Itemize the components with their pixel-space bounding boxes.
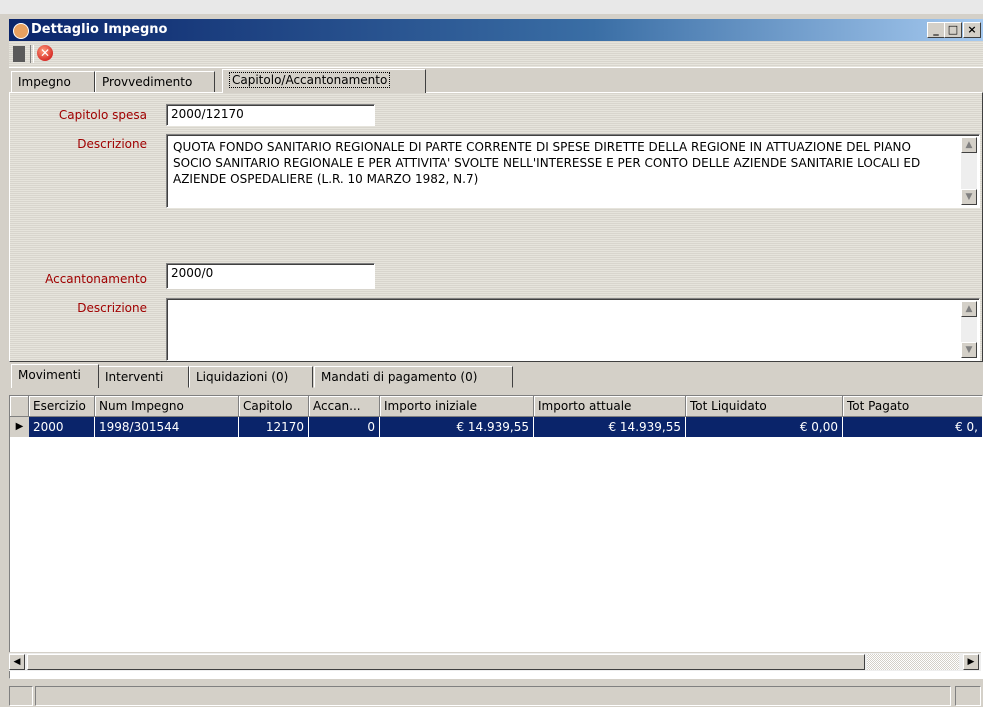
cell-esercizio[interactable]: 2000 — [29, 417, 95, 437]
scroll-right-button[interactable]: ▶ — [963, 654, 979, 670]
scroll-down-button[interactable]: ▼ — [961, 189, 977, 205]
scroll-track[interactable] — [867, 654, 959, 670]
main-tabs: Impegno Provvedimento Capitolo/Accantona… — [9, 69, 983, 93]
descrizione-capitolo-scrollbar[interactable]: ▲ ▼ — [961, 137, 977, 205]
tab-mandati-label: Mandati di pagamento (0) — [321, 370, 478, 384]
cell-accantonamento[interactable]: 0 — [309, 417, 380, 437]
descrizione-accantonamento-memo[interactable]: ▲ ▼ — [166, 298, 980, 361]
tab-provvedimento[interactable]: Provvedimento — [95, 71, 215, 93]
tab-movimenti[interactable]: Movimenti — [11, 364, 99, 388]
tab-provvedimento-label: Provvedimento — [102, 75, 193, 89]
column-header-tot-liquidato[interactable]: Tot Liquidato — [686, 396, 843, 417]
tab-liquidazioni-label: Liquidazioni (0) — [196, 370, 289, 384]
tab-mandati[interactable]: Mandati di pagamento (0) — [314, 366, 513, 388]
tab-interventi[interactable]: Interventi — [98, 366, 189, 388]
scroll-down-button[interactable]: ▼ — [961, 342, 977, 358]
title-bar: Dettaglio Impegno _ □ × — [9, 19, 983, 41]
scroll-thumb[interactable] — [27, 654, 865, 670]
accantonamento-label: Accantonamento — [45, 272, 147, 286]
status-panel-2 — [35, 686, 951, 706]
scroll-up-button[interactable]: ▲ — [961, 301, 977, 317]
scroll-left-button[interactable]: ◀ — [9, 654, 25, 670]
minimize-button[interactable]: _ — [927, 22, 945, 38]
tab-movimenti-label: Movimenti — [18, 368, 81, 382]
capitolo-panel: Capitolo spesa 2000/12170 Descrizione QU… — [9, 92, 983, 362]
column-header-esercizio[interactable]: Esercizio — [29, 396, 95, 417]
close-button[interactable]: × — [963, 22, 981, 38]
cell-tot-liquidato[interactable]: € 0,00 — [686, 417, 843, 437]
column-header-tot-pagato[interactable]: Tot Pagato — [843, 396, 982, 417]
accantonamento-field[interactable]: 2000/0 — [166, 263, 375, 289]
app-icon — [13, 23, 29, 39]
movimenti-grid: Esercizio Num Impegno Capitolo Accan... … — [9, 395, 983, 679]
status-panel-1 — [9, 686, 33, 706]
tab-liquidazioni[interactable]: Liquidazioni (0) — [189, 366, 313, 388]
tab-capitolo-accantonamento[interactable]: Capitolo/Accantonamento — [222, 69, 426, 93]
capitolo-spesa-label: Capitolo spesa — [58, 108, 147, 122]
document-icon[interactable] — [13, 46, 25, 62]
column-header-num-impegno[interactable]: Num Impegno — [95, 396, 239, 417]
cell-capitolo[interactable]: 12170 — [239, 417, 309, 437]
scroll-up-button[interactable]: ▲ — [961, 137, 977, 153]
cell-tot-pagato[interactable]: € 0, — [843, 417, 982, 437]
toolbar-separator — [30, 45, 34, 63]
status-panel-3 — [955, 686, 981, 706]
cell-importo-attuale[interactable]: € 14.939,55 — [534, 417, 686, 437]
cell-num-impegno[interactable]: 1998/301544 — [95, 417, 239, 437]
cell-importo-iniziale[interactable]: € 14.939,55 — [380, 417, 534, 437]
row-selector-icon[interactable]: ▶ — [10, 417, 29, 437]
descrizione-capitolo-text: QUOTA FONDO SANITARIO REGIONALE DI PARTE… — [173, 140, 921, 186]
tab-impegno[interactable]: Impegno — [11, 71, 95, 93]
background-strip — [0, 0, 983, 14]
descrizione-accantonamento-label: Descrizione — [77, 301, 147, 315]
close-record-icon[interactable]: ✕ — [37, 45, 53, 61]
window-title: Dettaglio Impegno — [31, 22, 168, 37]
toolbar: ✕ — [9, 41, 983, 68]
grid-horizontal-scrollbar[interactable]: ◀ ▶ — [9, 652, 981, 671]
column-header-accantonamento[interactable]: Accan... — [309, 396, 380, 417]
grid-corner — [10, 396, 29, 417]
column-header-capitolo[interactable]: Capitolo — [239, 396, 309, 417]
maximize-button[interactable]: □ — [944, 22, 962, 38]
descrizione-capitolo-label: Descrizione — [77, 137, 147, 151]
detail-tabs: Movimenti Interventi Liquidazioni (0) Ma… — [9, 364, 983, 388]
column-header-importo-attuale[interactable]: Importo attuale — [534, 396, 686, 417]
tab-capitolo-label: Capitolo/Accantonamento — [229, 72, 391, 88]
dettaglio-impegno-window: Dettaglio Impegno _ □ × ✕ Impegno Provve… — [9, 14, 983, 707]
status-bar — [9, 683, 983, 707]
column-header-importo-iniziale[interactable]: Importo iniziale — [380, 396, 534, 417]
capitolo-spesa-field[interactable]: 2000/12170 — [166, 104, 375, 126]
descrizione-capitolo-memo[interactable]: QUOTA FONDO SANITARIO REGIONALE DI PARTE… — [166, 134, 980, 208]
tab-interventi-label: Interventi — [105, 370, 164, 384]
descrizione-accantonamento-scrollbar[interactable]: ▲ ▼ — [961, 301, 977, 358]
tab-impegno-label: Impegno — [18, 75, 71, 89]
